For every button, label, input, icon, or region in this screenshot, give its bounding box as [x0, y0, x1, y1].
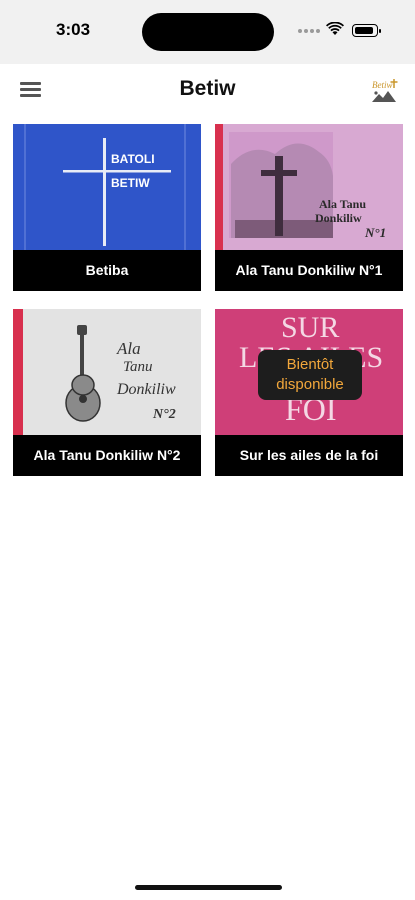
book-title: Sur les ailes de la foi — [215, 435, 403, 476]
book-cover: BATOLI BETIW — [13, 124, 201, 250]
app-logo: Betiw — [369, 78, 399, 104]
cross-icon — [24, 124, 186, 250]
cover-title-line: Donkiliw — [117, 381, 176, 398]
logo-mark-icon — [372, 79, 398, 102]
book-cover: Ala Tanu Donkiliw N°2 — [13, 309, 201, 435]
book-card-sur-les-ailes[interactable]: SUR LES AILES FOI Bientôt disponible Sur… — [215, 309, 403, 476]
home-indicator[interactable] — [135, 885, 282, 890]
battery-icon — [352, 24, 381, 37]
cover-title-line: BETIW — [111, 176, 150, 190]
book-title: Ala Tanu Donkiliw N°1 — [215, 250, 403, 291]
book-cover: SUR LES AILES FOI Bientôt disponible — [215, 309, 403, 435]
coming-soon-badge: Bientôt disponible — [258, 350, 362, 400]
dynamic-island — [142, 13, 274, 51]
book-cover: Ala Tanu Donkiliw N°1 — [215, 124, 403, 250]
app-header: Betiw Betiw — [0, 64, 415, 116]
status-time: 3:03 — [56, 20, 91, 39]
page-title: Betiw — [179, 77, 236, 100]
wifi-icon — [326, 22, 344, 35]
cover-title-line: Tanu — [123, 359, 153, 375]
cover-title-line: Donkiliw — [315, 211, 362, 225]
cover-title-line: Ala Tanu — [319, 197, 367, 211]
cover-title-line: N°2 — [153, 407, 176, 422]
cover-title-line: SUR — [281, 311, 340, 344]
book-card-ala-tanu-2[interactable]: Ala Tanu Donkiliw N°2 Ala Tanu Donkiliw … — [13, 309, 201, 476]
signal-icon — [298, 26, 320, 36]
book-card-ala-tanu-1[interactable]: Ala Tanu Donkiliw N°1 Ala Tanu Donkiliw … — [215, 124, 403, 291]
cover-title-line: N°1 — [365, 225, 387, 240]
app-screen: 3:03 Betiw Betiw BATOLI BETIW Betiba Ala… — [0, 0, 415, 900]
book-title: Betiba — [13, 250, 201, 291]
cover-title-line: Ala — [117, 339, 141, 358]
cover-title-line: BATOLI — [111, 152, 155, 166]
book-card-betiba[interactable]: BATOLI BETIW Betiba — [13, 124, 201, 291]
book-title: Ala Tanu Donkiliw N°2 — [13, 435, 201, 476]
status-bar: 3:03 — [0, 0, 415, 64]
